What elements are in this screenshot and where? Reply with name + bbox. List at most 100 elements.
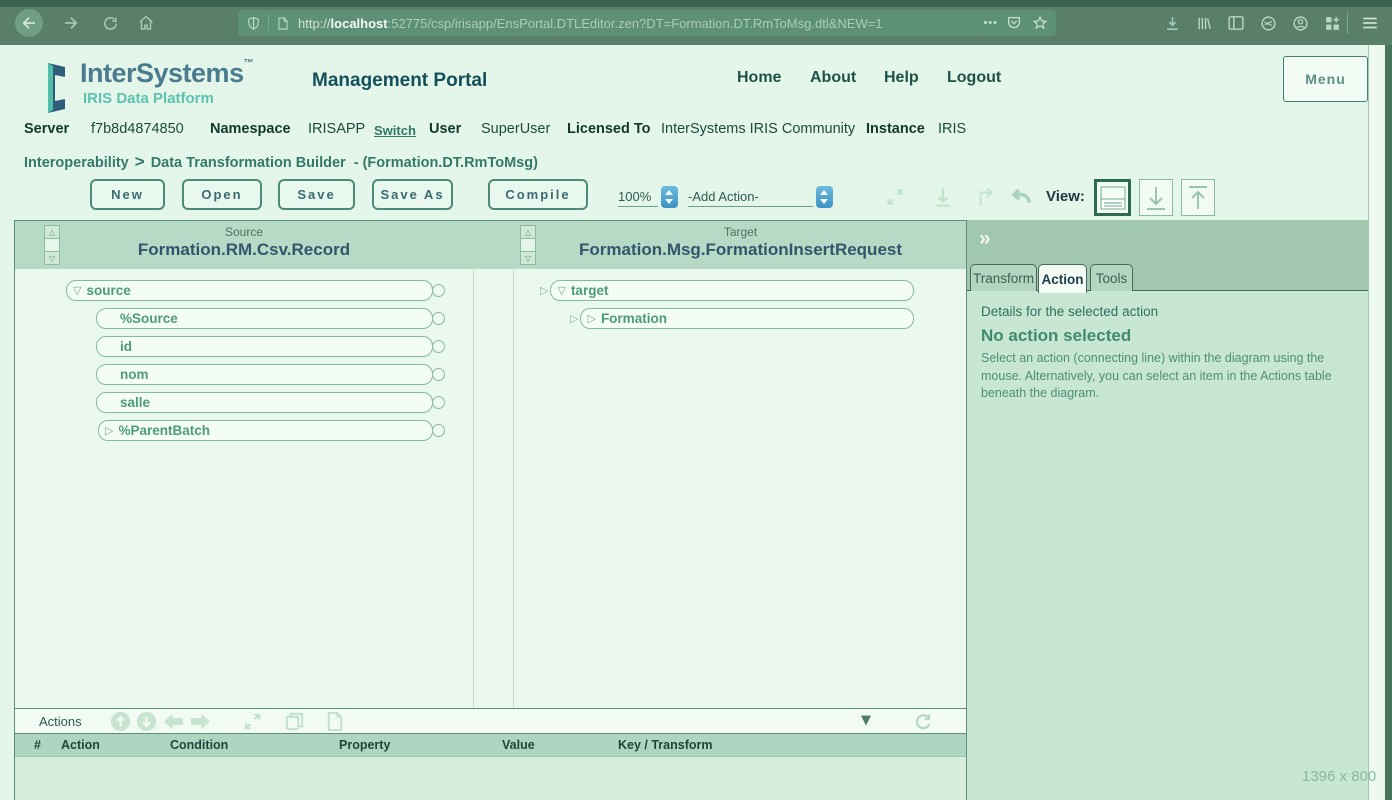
- save-button[interactable]: Save: [278, 179, 355, 210]
- disconnect-action-icon[interactable]: [241, 710, 264, 733]
- undo-tool-icon[interactable]: [1006, 184, 1036, 212]
- col-value[interactable]: Value: [502, 738, 535, 752]
- source-node-nom[interactable]: nom: [96, 364, 433, 385]
- target-node-target[interactable]: ▷ ▽ target: [540, 280, 914, 301]
- col-action[interactable]: Action: [61, 738, 100, 752]
- browser-chrome: http://localhost:52775/csp/irisapp/EnsPo…: [0, 0, 1392, 45]
- bookmark-star-icon[interactable]: [1032, 15, 1048, 31]
- shift-action-right-icon[interactable]: [189, 710, 212, 733]
- expander-expanded-icon[interactable]: ▽: [557, 285, 565, 296]
- connector-port[interactable]: [432, 368, 445, 381]
- app-menu-button[interactable]: [1356, 9, 1384, 37]
- forward-button[interactable]: [57, 9, 85, 37]
- urlbar-divider: [268, 15, 269, 31]
- refresh-actions-icon[interactable]: [911, 711, 935, 733]
- source-node-salle[interactable]: salle: [96, 392, 433, 413]
- target-node-box[interactable]: ▷ Formation: [580, 308, 914, 329]
- page-scrollbar-track[interactable]: [1368, 45, 1385, 800]
- view-split-button[interactable]: [1094, 179, 1131, 216]
- actions-title: Actions: [39, 714, 82, 729]
- zoom-select[interactable]: 100%: [618, 186, 678, 208]
- move-action-down-icon[interactable]: [135, 710, 158, 733]
- expander-collapsed-icon[interactable]: ▷: [105, 425, 113, 436]
- no-action-help-text: Select an action (connecting line) withi…: [981, 350, 1366, 403]
- back-button[interactable]: [15, 9, 43, 37]
- save-as-button[interactable]: Save As: [372, 179, 453, 210]
- page-info-icon[interactable]: [276, 16, 290, 31]
- menu-button[interactable]: Menu: [1283, 56, 1368, 102]
- home-button[interactable]: [132, 9, 160, 37]
- library-button[interactable]: [1190, 9, 1218, 37]
- input-port-icon[interactable]: ▷: [570, 312, 578, 325]
- tracking-shield-icon[interactable]: [246, 16, 261, 31]
- tab-action[interactable]: Action: [1038, 264, 1087, 293]
- paste-action-icon[interactable]: [323, 710, 346, 733]
- open-button[interactable]: Open: [182, 179, 262, 210]
- shift-action-left-icon[interactable]: [162, 710, 185, 733]
- source-node-source[interactable]: ▽ source: [66, 280, 433, 301]
- connector-port[interactable]: [432, 312, 445, 325]
- col-property[interactable]: Property: [339, 738, 390, 752]
- window-edge-scrollbar[interactable]: [1385, 45, 1392, 800]
- target-node-formation[interactable]: ▷ ▷ Formation: [570, 308, 914, 329]
- actions-dropdown-caret-icon[interactable]: ▼: [861, 713, 871, 728]
- target-node-box[interactable]: ▽ target: [550, 280, 914, 301]
- tab-tools[interactable]: Tools: [1090, 264, 1133, 291]
- breadcrumb-interoperability[interactable]: Interoperability: [24, 155, 129, 171]
- connector-port[interactable]: [432, 424, 445, 437]
- source-node-parentbatch[interactable]: ▷ %ParentBatch: [98, 420, 433, 441]
- nav-link-about[interactable]: About: [810, 69, 856, 87]
- compile-button[interactable]: Compile: [488, 179, 588, 210]
- redo-tool-icon[interactable]: [972, 184, 998, 210]
- tab-transform[interactable]: Transform: [970, 264, 1037, 291]
- node-label: target: [571, 283, 609, 298]
- page-actions-dots-icon[interactable]: •••: [983, 17, 998, 29]
- disconnect-tool-icon[interactable]: [882, 184, 908, 210]
- move-action-up-icon[interactable]: [109, 710, 132, 733]
- target-class-name: Formation.Msg.FormationInsertRequest: [513, 240, 968, 260]
- source-node-id[interactable]: id: [96, 336, 433, 357]
- nav-link-home[interactable]: Home: [737, 69, 781, 87]
- expander-collapsed-icon[interactable]: ▷: [587, 313, 595, 324]
- connector-port[interactable]: [432, 284, 445, 297]
- details-caption: Details for the selected action: [981, 304, 1378, 319]
- add-action-select[interactable]: -Add Action-: [688, 186, 833, 208]
- account-icon: [1292, 15, 1309, 32]
- collapse-sidebar-icon[interactable]: »: [979, 227, 991, 251]
- expander-expanded-icon[interactable]: ▽: [73, 285, 81, 296]
- downloads-button[interactable]: [1158, 9, 1186, 37]
- col-key-transform[interactable]: Key / Transform: [618, 738, 712, 752]
- extensions-grid-icon: [1324, 15, 1341, 32]
- target-panel-title: Target Formation.Msg.FormationInsertRequ…: [513, 225, 968, 260]
- reload-button[interactable]: [96, 9, 124, 37]
- zoom-stepper-icon[interactable]: [661, 186, 678, 208]
- relay-button[interactable]: [1254, 9, 1282, 37]
- breadcrumb-dtl-builder[interactable]: Data Transformation Builder: [151, 155, 346, 171]
- nav-link-logout[interactable]: Logout: [947, 69, 1001, 87]
- address-bar[interactable]: http://localhost:52775/csp/irisapp/EnsPo…: [238, 10, 1056, 36]
- source-node-percent-source[interactable]: %Source: [96, 308, 433, 329]
- copy-action-icon[interactable]: [283, 710, 306, 733]
- breadcrumb-separator: >: [129, 152, 151, 171]
- url-text[interactable]: http://localhost:52775/csp/irisapp/EnsPo…: [298, 16, 975, 31]
- action-details-panel: Details for the selected action No actio…: [967, 291, 1392, 800]
- connector-port[interactable]: [432, 396, 445, 409]
- add-action-stepper-icon[interactable]: [816, 186, 833, 208]
- input-port-icon[interactable]: ▷: [540, 284, 548, 297]
- connector-port[interactable]: [432, 340, 445, 353]
- nav-link-help[interactable]: Help: [884, 69, 919, 87]
- extensions-button[interactable]: [1318, 9, 1346, 37]
- col-number[interactable]: #: [34, 738, 41, 752]
- view-top-button[interactable]: [1181, 179, 1215, 216]
- relay-mask-icon: [1260, 15, 1277, 32]
- view-bottom-button[interactable]: [1139, 179, 1173, 216]
- actions-table-header: # Action Condition Property Value Key / …: [15, 734, 966, 757]
- new-button[interactable]: New: [90, 179, 165, 210]
- sidebars-button[interactable]: [1222, 9, 1250, 37]
- save-to-pocket-icon[interactable]: [1006, 15, 1022, 31]
- col-condition[interactable]: Condition: [170, 738, 228, 752]
- node-label: %Source: [120, 311, 178, 326]
- move-down-tool-icon[interactable]: [930, 184, 956, 210]
- switch-link[interactable]: Switch: [374, 123, 416, 138]
- account-button[interactable]: [1286, 9, 1314, 37]
